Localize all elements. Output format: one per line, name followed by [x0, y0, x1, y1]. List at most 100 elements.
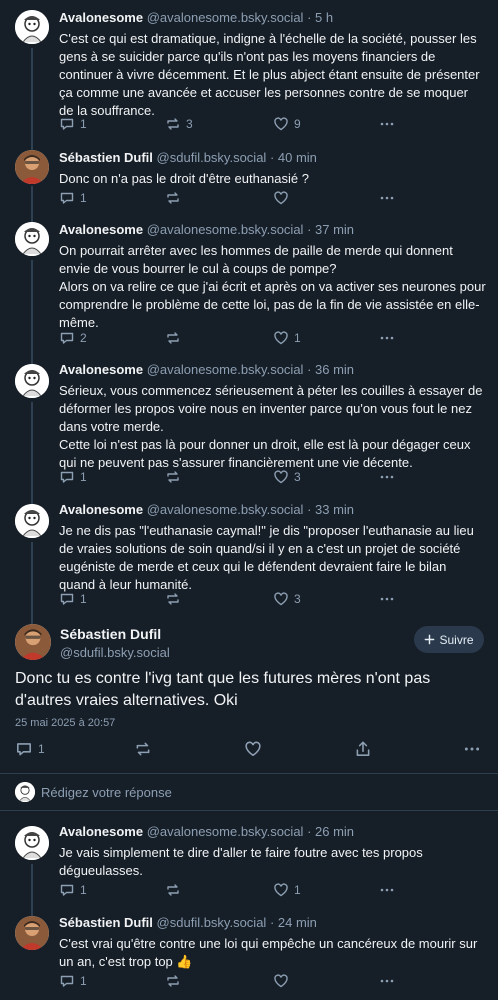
like-button[interactable]: 3 [273, 590, 301, 608]
reply-icon [60, 192, 74, 204]
like-button[interactable]: 1 [273, 881, 301, 899]
repost-button[interactable] [165, 881, 186, 899]
repost-button[interactable] [134, 740, 152, 758]
thread-post[interactable]: Avalonesome @avalonesome.bsky.social · 3… [0, 214, 498, 358]
more-button[interactable] [379, 881, 395, 899]
more-button[interactable] [379, 189, 395, 207]
more-icon [380, 888, 394, 892]
author-name[interactable]: Avalonesome [59, 222, 143, 237]
share-button[interactable] [354, 740, 372, 758]
reply-button[interactable]: 1 [59, 590, 87, 608]
more-button[interactable] [379, 590, 395, 608]
repost-button[interactable] [165, 329, 186, 347]
more-button[interactable] [379, 468, 395, 486]
heart-icon [274, 974, 288, 988]
author-handle[interactable]: @sdufil.bsky.social [157, 915, 267, 930]
repost-icon [167, 975, 179, 987]
thread-post[interactable]: Avalonesome @avalonesome.bsky.social · 3… [0, 500, 498, 616]
author-name[interactable]: Sébastien Dufil [59, 915, 153, 930]
author-handle[interactable]: @avalonesome.bsky.social [147, 502, 304, 517]
heart-icon [274, 883, 288, 897]
more-button[interactable] [379, 115, 395, 133]
more-icon [380, 336, 394, 340]
thread-line [31, 140, 33, 150]
reply-button[interactable]: 1 [59, 115, 87, 133]
avatar[interactable] [15, 826, 49, 860]
author-handle[interactable]: @avalonesome.bsky.social [147, 222, 304, 237]
heart-icon [274, 331, 288, 345]
repost-icon [167, 884, 179, 896]
reply-button[interactable]: 1 [15, 740, 45, 758]
like-button[interactable] [244, 740, 262, 758]
reply-button[interactable]: 1 [59, 468, 87, 486]
more-button[interactable] [379, 329, 395, 347]
thread-line [31, 186, 33, 214]
author-name[interactable]: Avalonesome [59, 362, 143, 377]
reply-post[interactable]: Sébastien Dufil @sdufil.bsky.social · 24… [0, 908, 498, 1000]
author-handle[interactable]: @avalonesome.bsky.social [147, 10, 304, 25]
more-icon [380, 979, 394, 983]
thread-post[interactable]: Avalonesome @avalonesome.bsky.social · 5… [0, 0, 498, 140]
reply-composer[interactable]: Rédigez votre réponse [0, 776, 498, 809]
like-button[interactable] [273, 972, 294, 990]
thread-post[interactable]: Sébastien Dufil @sdufil.bsky.social · 40… [0, 140, 498, 214]
repost-button[interactable]: 3 [165, 115, 193, 133]
avatar[interactable] [15, 150, 49, 184]
thread-line [31, 864, 33, 908]
reply-icon [60, 884, 74, 896]
reply-post[interactable]: Avalonesome @avalonesome.bsky.social · 2… [0, 812, 498, 908]
heart-icon [245, 741, 261, 757]
focused-author-handle[interactable]: @sdufil.bsky.social [60, 645, 170, 660]
thread-line [31, 214, 33, 222]
repost-icon [167, 118, 179, 130]
reply-button[interactable]: 1 [59, 972, 87, 990]
post-text: Je vais simplement te dire d'aller te fa… [59, 845, 423, 878]
reply-icon [60, 118, 74, 130]
reply-button[interactable]: 1 [59, 881, 87, 899]
repost-button[interactable] [165, 189, 186, 207]
post-time[interactable]: · 5 h [307, 10, 333, 25]
post-text: C'est vrai qu'être contre une loi qui em… [59, 936, 478, 969]
post-time[interactable]: · 36 min [307, 362, 354, 377]
author-name[interactable]: Sébastien Dufil [59, 150, 153, 165]
avatar[interactable] [15, 916, 49, 950]
avatar[interactable] [15, 504, 49, 538]
post-text: Donc on n'a pas le droit d'être euthanas… [59, 171, 309, 186]
reply-placeholder[interactable]: Rédigez votre réponse [41, 785, 172, 800]
post-time[interactable]: · 24 min [270, 915, 317, 930]
follow-button[interactable]: Suivre [414, 626, 484, 653]
author-name[interactable]: Avalonesome [59, 10, 143, 25]
like-button[interactable]: 1 [273, 329, 301, 347]
post-time[interactable]: · 33 min [307, 502, 354, 517]
post-text: C'est ce qui est dramatique, indigne à l… [59, 31, 480, 118]
author-handle[interactable]: @sdufil.bsky.social [157, 150, 267, 165]
author-handle[interactable]: @avalonesome.bsky.social [147, 824, 304, 839]
repost-button[interactable] [165, 468, 186, 486]
thread-post[interactable]: Avalonesome @avalonesome.bsky.social · 3… [0, 358, 498, 500]
more-button[interactable] [379, 972, 395, 990]
heart-icon [274, 117, 288, 131]
focused-avatar[interactable] [15, 624, 51, 660]
reply-button[interactable]: 2 [59, 329, 87, 347]
avatar[interactable] [15, 10, 49, 44]
author-handle[interactable]: @avalonesome.bsky.social [147, 362, 304, 377]
avatar[interactable] [15, 364, 49, 398]
focused-author-name[interactable]: Sébastien Dufil [60, 626, 161, 642]
like-button[interactable]: 3 [273, 468, 301, 486]
author-name[interactable]: Avalonesome [59, 502, 143, 517]
author-name[interactable]: Avalonesome [59, 824, 143, 839]
avatar[interactable] [15, 222, 49, 256]
post-time[interactable]: · 37 min [307, 222, 354, 237]
repost-button[interactable] [165, 590, 186, 608]
like-button[interactable]: 9 [273, 115, 301, 133]
heart-icon [274, 470, 288, 484]
repost-button[interactable] [165, 972, 186, 990]
post-time[interactable]: · 40 min [270, 150, 317, 165]
reply-icon [60, 471, 74, 483]
more-button[interactable] [463, 740, 481, 758]
post-time[interactable]: · 26 min [307, 824, 354, 839]
reply-icon [60, 593, 74, 605]
thread-line [31, 260, 33, 358]
reply-button[interactable]: 1 [59, 189, 87, 207]
like-button[interactable] [273, 189, 294, 207]
